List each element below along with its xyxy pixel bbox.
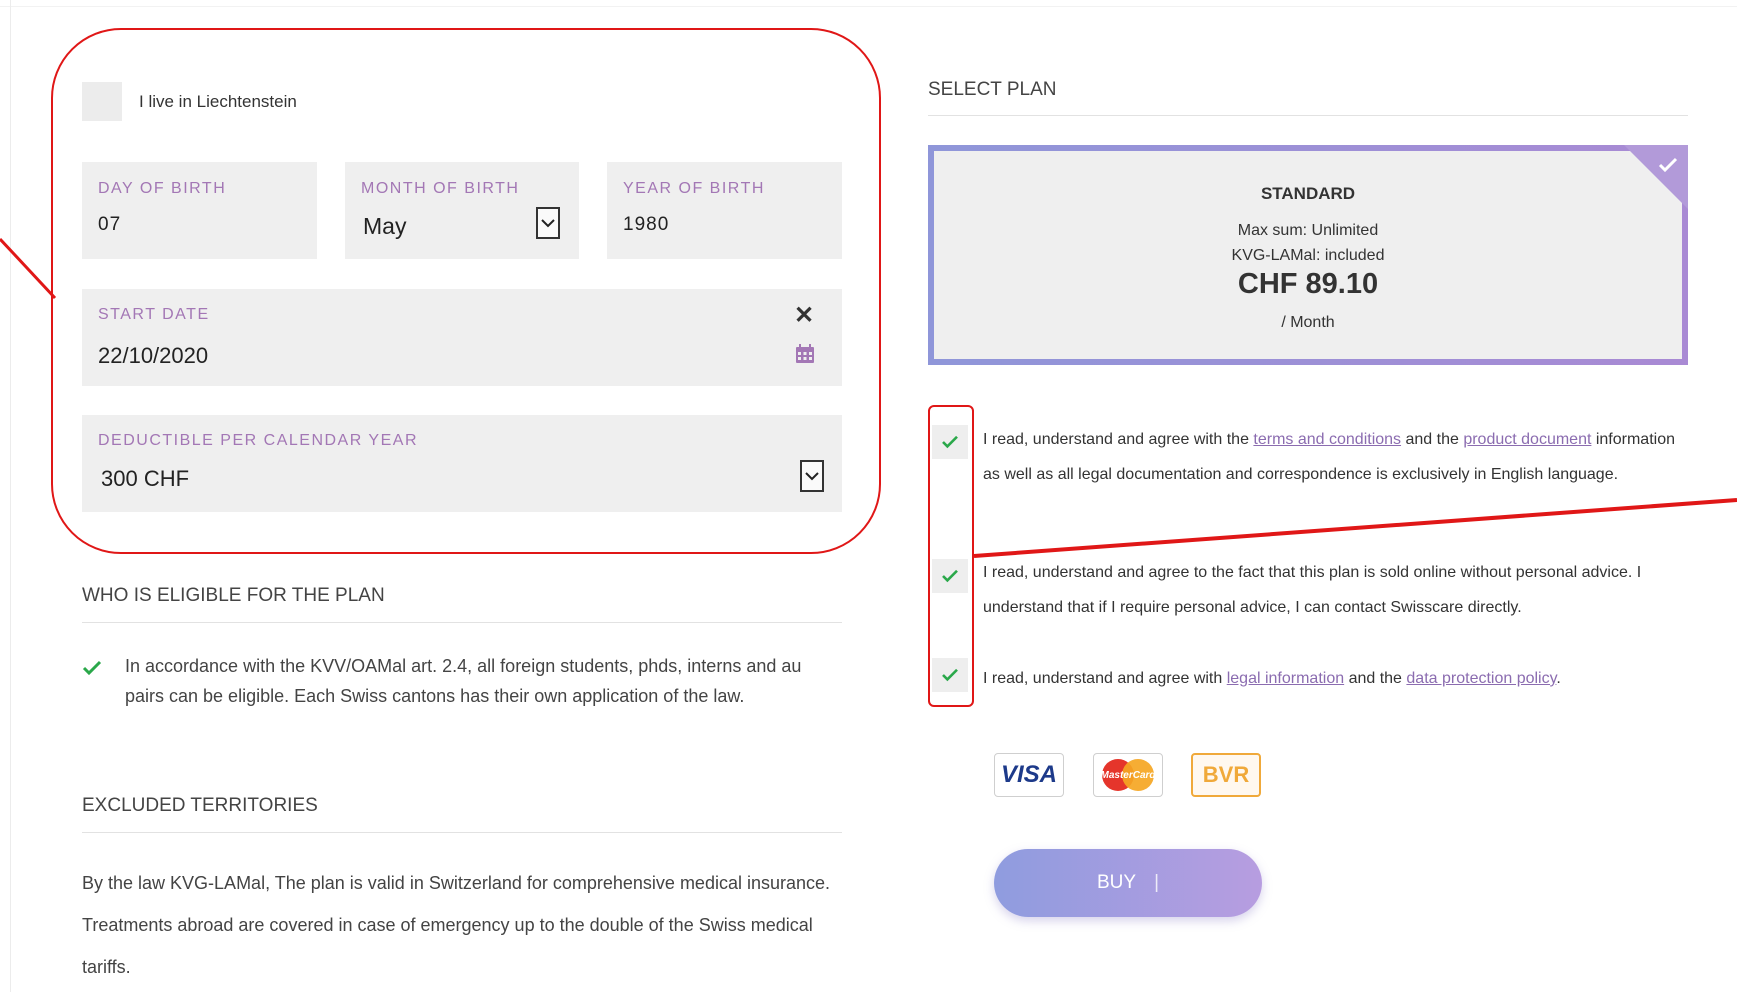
annotation-lines — [0, 237, 1737, 558]
annotation-line-right — [973, 498, 1737, 558]
annotation-line-left — [0, 237, 57, 300]
